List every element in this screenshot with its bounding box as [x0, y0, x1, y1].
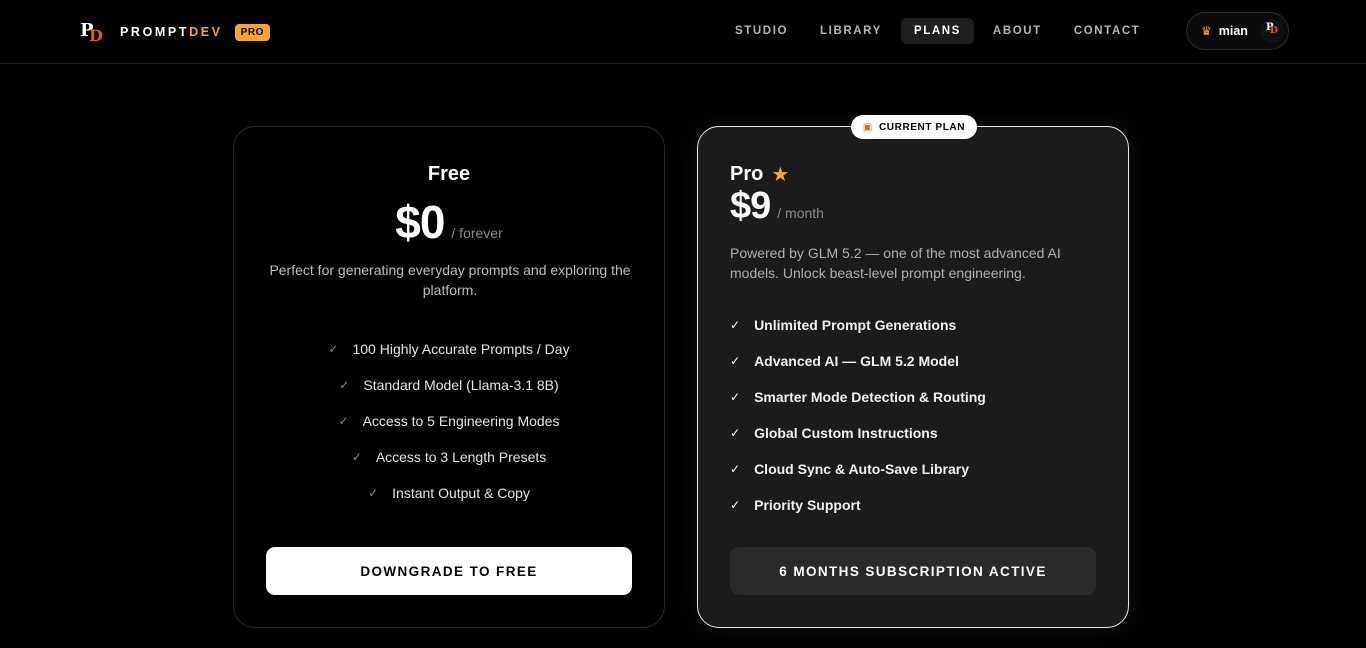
check-icon: ✓: [730, 462, 741, 476]
feature-item: ✓ Cloud Sync & Auto-Save Library: [730, 461, 970, 477]
plan-card-free: Free $0 / forever Perfect for generating…: [233, 126, 665, 628]
check-icon: ✓: [730, 426, 741, 440]
calendar-icon: ▣: [862, 121, 873, 133]
feature-item: ✓ Global Custom Instructions: [730, 425, 938, 441]
user-name: mian: [1218, 24, 1248, 38]
current-plan-label: CURRENT PLAN: [878, 121, 966, 133]
check-icon: ✓: [351, 450, 362, 464]
brand-name-accent: DEV: [189, 25, 223, 39]
plan-title-row: Pro ★: [730, 162, 789, 187]
nav-link-plans[interactable]: PLANS: [900, 18, 974, 44]
feature-item: ✓ Standard Model (Llama-3.1 8B): [339, 377, 559, 393]
plan-name: Pro: [730, 163, 764, 185]
downgrade-to-free-button[interactable]: DOWNGRADE TO FREE: [266, 547, 632, 595]
nav-link-about[interactable]: ABOUT: [980, 18, 1055, 44]
brand-logo-icon: P D: [80, 20, 103, 45]
feature-item: ✓ Unlimited Prompt Generations: [730, 317, 957, 333]
price-row: $0 / forever: [234, 195, 664, 249]
pro-badge: PRO: [234, 23, 271, 41]
plan-card-pro: ▣ CURRENT PLAN Pro ★ $9 / month Powered …: [697, 115, 1129, 628]
brand-name: PROMPTDEV: [120, 25, 223, 39]
check-icon: ✓: [730, 390, 741, 404]
plan-description: Powered by GLM 5.2 — one of the most adv…: [730, 245, 1061, 281]
check-icon: ✓: [730, 354, 741, 368]
brand-name-main: PROMPT: [120, 25, 190, 39]
feature-item: ✓ 100 Highly Accurate Prompts / Day: [328, 341, 570, 357]
plan-description: Perfect for generating everyday prompts …: [269, 262, 631, 298]
avatar: P D: [1259, 19, 1284, 43]
subscription-active-button[interactable]: 6 MONTHS SUBSCRIPTION ACTIVE: [730, 547, 1096, 595]
feature-list: ✓ Unlimited Prompt Generations ✓ Advanced …: [730, 307, 986, 523]
feature-item: ✓ Access to 3 Length Presets: [351, 449, 547, 465]
price-row: $9 / month: [730, 185, 824, 228]
plan-period: / month: [777, 205, 824, 221]
feature-item: ✓ Instant Output & Copy: [368, 485, 530, 501]
check-icon: ✓: [339, 378, 350, 392]
check-icon: ✓: [328, 342, 339, 356]
check-icon: ✓: [730, 498, 741, 512]
check-icon: ✓: [368, 486, 379, 500]
crown-icon: ♛: [1201, 24, 1212, 38]
plan-price: $9: [730, 185, 771, 227]
plan-period: / forever: [451, 225, 503, 241]
nav-links: STUDIO LIBRARY PLANS ABOUT CONTACT: [722, 17, 1159, 45]
top-navbar: P D PROMPTDEV PRO STUDIO LIBRARY PLANS A…: [0, 0, 1366, 64]
feature-item: ✓ Advanced AI — GLM 5.2 Model: [730, 353, 959, 369]
check-icon: ✓: [730, 318, 741, 332]
current-plan-badge: ▣ CURRENT PLAN: [851, 115, 977, 139]
user-menu-button[interactable]: ♛ mian P D: [1186, 12, 1289, 50]
feature-item: ✓ Access to 5 Engineering Modes: [338, 413, 560, 429]
plan-name: Free: [427, 163, 471, 185]
feature-item: ✓ Smarter Mode Detection & Routing: [730, 389, 986, 405]
nav-link-library[interactable]: LIBRARY: [807, 18, 895, 44]
check-icon: ✓: [338, 414, 349, 428]
nav-link-studio[interactable]: STUDIO: [722, 18, 801, 44]
star-icon: ★: [771, 164, 790, 186]
feature-list: ✓ 100 Highly Accurate Prompts / Day ✓ Stan…: [234, 331, 664, 511]
brand[interactable]: P D PROMPTDEV PRO: [80, 19, 271, 45]
feature-item: ✓ Priority Support: [730, 497, 861, 513]
nav-link-contact[interactable]: CONTACT: [1061, 18, 1154, 44]
plan-price: $0: [395, 196, 445, 248]
